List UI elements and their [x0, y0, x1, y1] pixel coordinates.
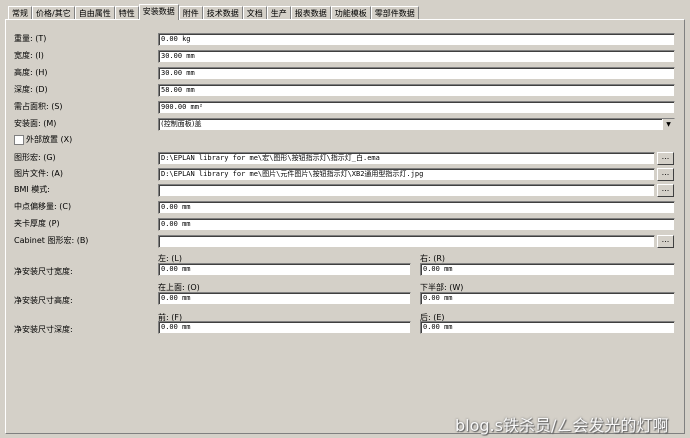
area-label: 需占面积: (S) [14, 102, 63, 111]
net-depth-back-field[interactable]: 0.00 mm [420, 321, 675, 334]
tab-production[interactable]: 生产 [266, 6, 291, 20]
clip-thickness-field[interactable]: 0.00 mm [158, 218, 675, 231]
tab-accessories[interactable]: 附件 [178, 6, 203, 20]
tab-characteristics[interactable]: 特性 [114, 6, 139, 20]
clip-thickness-label: 夹卡厚度 (P) [14, 219, 60, 228]
tab-free-properties[interactable]: 自由属性 [74, 6, 115, 20]
bmi-mode-browse-button[interactable]: ... [657, 184, 674, 197]
cabinet-macro-label: Cabinet 图形宏: (B) [14, 236, 89, 245]
image-file-field[interactable]: D:\EPLAN library for me\图片\元件图片\按钮指示灯\XB… [158, 168, 655, 181]
net-width-label: 净安装尺寸宽度: [14, 267, 73, 276]
width-label: 宽度: (I) [14, 51, 44, 60]
tab-mounting-data[interactable]: 安装数据 [138, 4, 179, 20]
net-height-label: 净安装尺寸高度: [14, 296, 73, 305]
net-width-right-field[interactable]: 0.00 mm [420, 263, 675, 276]
tab-report-data[interactable]: 报表数据 [290, 6, 331, 20]
external-place-checkbox[interactable] [14, 135, 24, 145]
image-file-label: 图片文件: (A) [14, 169, 63, 178]
weight-label: 重量: (T) [14, 34, 47, 43]
area-field[interactable]: 900.00 mm² [158, 101, 675, 114]
tab-documents[interactable]: 文档 [242, 6, 267, 20]
net-width-left-field[interactable]: 0.00 mm [158, 263, 411, 276]
watermark: blog.s铁杀员/ㄥ会发光的灯啊 [455, 416, 669, 435]
graphic-macro-browse-button[interactable]: ... [657, 152, 674, 165]
chevron-down-icon[interactable]: ▼ [662, 119, 674, 130]
mount-face-value: (控制面板)盖 [161, 120, 202, 128]
image-file-browse-button[interactable]: ... [657, 168, 674, 181]
external-place-label: 外部放置 (X) [26, 135, 73, 144]
graphic-macro-label: 图形宏: (G) [14, 153, 56, 162]
net-depth-front-field[interactable]: 0.00 mm [158, 321, 411, 334]
tab-function-template[interactable]: 功能模板 [330, 6, 371, 20]
net-depth-label: 净安装尺寸深度: [14, 325, 73, 334]
bmi-mode-label: BMI 模式: [14, 185, 50, 194]
tab-general[interactable]: 常规 [8, 6, 32, 20]
mount-face-select[interactable]: (控制面板)盖 ▼ [158, 118, 675, 131]
center-offset-label: 中点偏移量: (C) [14, 202, 72, 211]
net-height-bottom-field[interactable]: 0.00 mm [420, 292, 675, 305]
tab-bar: 常规 价格/其它 自由属性 特性 安装数据 附件 技术数据 文档 生产 报表数据… [8, 4, 419, 20]
graphic-macro-field[interactable]: D:\EPLAN library for me\宏\图形\按钮指示灯\指示灯_白… [158, 152, 655, 165]
cabinet-macro-field[interactable] [158, 235, 655, 248]
depth-label: 深度: (D) [14, 85, 48, 94]
bmi-mode-field[interactable] [158, 184, 655, 197]
tab-price[interactable]: 价格/其它 [32, 6, 75, 20]
depth-field[interactable]: 58.00 mm [158, 84, 675, 97]
cabinet-macro-browse-button[interactable]: ... [657, 235, 674, 248]
height-label: 高度: (H) [14, 68, 48, 77]
tab-technical-data[interactable]: 技术数据 [202, 6, 243, 20]
center-offset-field[interactable]: 0.00 mm [158, 201, 675, 214]
height-field[interactable]: 30.00 mm [158, 67, 675, 80]
weight-field[interactable]: 0.00 kg [158, 33, 675, 46]
width-field[interactable]: 30.00 mm [158, 50, 675, 63]
tab-parts-data[interactable]: 零部件数据 [370, 6, 419, 20]
net-height-top-field[interactable]: 0.00 mm [158, 292, 411, 305]
mount-face-label: 安装面: (M) [14, 119, 57, 128]
